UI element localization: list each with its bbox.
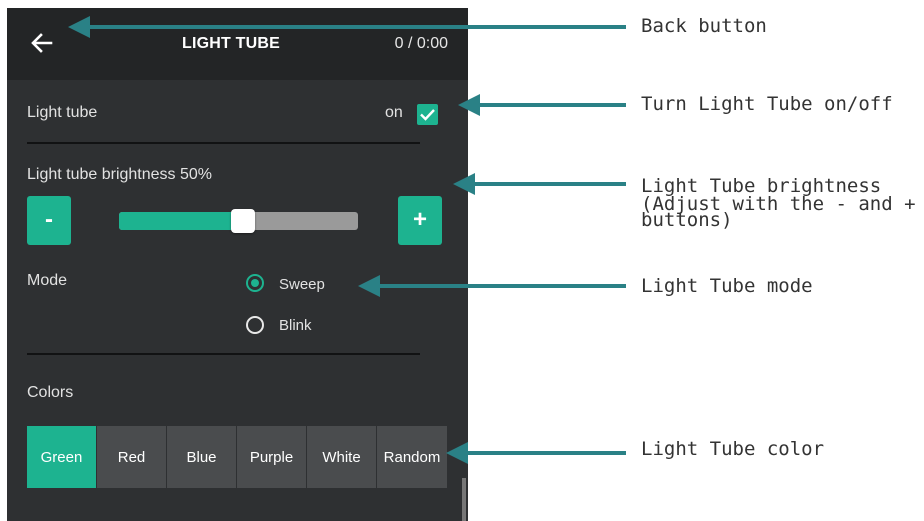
back-arrow-icon[interactable] — [29, 30, 55, 56]
colors-label: Colors — [27, 384, 74, 401]
mode-label: Mode — [27, 272, 68, 289]
radio-blink-label[interactable]: Blink — [279, 317, 312, 334]
color-blue-button[interactable]: Blue — [167, 426, 237, 488]
color-green-button[interactable]: Green — [27, 426, 97, 488]
color-callout-line — [464, 451, 626, 455]
color-red-button[interactable]: Red — [97, 426, 167, 488]
back-callout-line — [86, 25, 626, 29]
brightness-callout-line — [471, 182, 626, 186]
toggle-callout-line — [476, 103, 626, 107]
timer-counter: 0 / 0:00 — [394, 35, 448, 52]
back-callout-label: Back button — [641, 15, 767, 37]
mode-callout-label: Light Tube mode — [641, 275, 813, 297]
light-tube-label: Light tube — [27, 104, 98, 121]
divider — [27, 353, 420, 355]
color-random-button[interactable]: Random — [377, 426, 447, 488]
brightness-slider-thumb[interactable] — [231, 209, 255, 233]
brightness-callout-label-3: buttons) — [641, 209, 733, 231]
mode-callout-line — [376, 284, 626, 288]
toggle-callout-label: Turn Light Tube on/off — [641, 93, 893, 115]
radio-blink[interactable] — [246, 316, 264, 334]
checkmark-icon — [420, 109, 435, 121]
color-white-button[interactable]: White — [307, 426, 377, 488]
scrollbar[interactable] — [462, 478, 466, 521]
brightness-label: Light tube brightness 50% — [27, 166, 213, 183]
light-tube-state-label: on — [385, 104, 403, 121]
divider — [27, 142, 420, 144]
brightness-decrease-button[interactable]: - — [27, 196, 71, 245]
radio-sweep-label[interactable]: Sweep — [279, 276, 325, 293]
phone-screen: LIGHT TUBE 0 / 0:00 Light tube on Light … — [7, 8, 468, 521]
radio-sweep[interactable] — [246, 274, 264, 292]
light-tube-checkbox[interactable] — [417, 104, 438, 125]
brightness-slider-fill — [119, 212, 239, 230]
page-title: LIGHT TUBE — [182, 35, 280, 52]
brightness-increase-button[interactable]: + — [398, 196, 442, 245]
color-selector: Green Red Blue Purple White Random — [27, 426, 449, 488]
color-purple-button[interactable]: Purple — [237, 426, 307, 488]
color-callout-label: Light Tube color — [641, 438, 825, 460]
